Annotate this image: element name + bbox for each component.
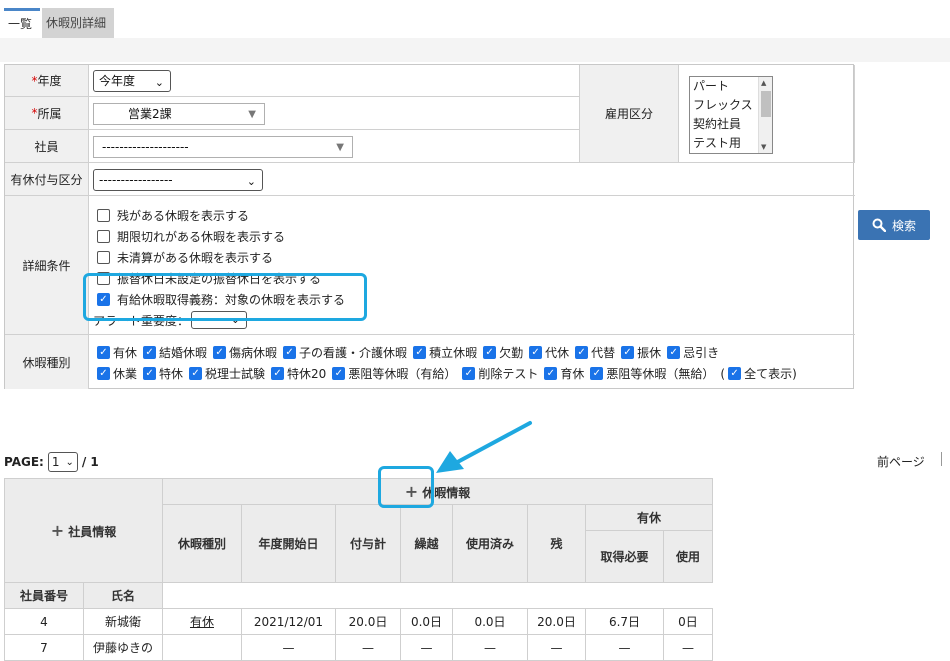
filter-panel: * 年度 今年度 ⌄ * 所属 営業2課 ▼ 社員 ------------------… — [4, 64, 855, 389]
kind-alternate[interactable]: ✓ 代替 — [575, 344, 615, 361]
checkbox-checked[interactable]: ✓ — [143, 346, 157, 359]
kind-delete-test[interactable]: ✓ 削除テスト — [462, 365, 538, 382]
header-filler — [162, 582, 713, 609]
dept-label: * 所属 — [5, 97, 89, 130]
plus-icon[interactable]: + — [51, 521, 64, 540]
detail-option-unsettled[interactable]: 未清算がある休暇を表示する — [97, 249, 273, 266]
col-paid-group: 有休 — [585, 504, 713, 531]
kind-transfer[interactable]: ✓ 振休 — [621, 344, 661, 361]
kind-special20[interactable]: ✓ 特休20 — [271, 365, 326, 382]
checkbox-checked[interactable]: ✓ — [462, 367, 476, 380]
arrow-annotation-icon — [436, 421, 532, 473]
pager: PAGE: 1 ⌄ / 1 — [4, 452, 99, 472]
employee-label: 社員 — [5, 130, 89, 163]
checkbox-checked[interactable]: ✓ — [544, 367, 558, 380]
kind-compensatory[interactable]: ✓ 代休 — [529, 344, 569, 361]
kind-paid[interactable]: ✓ 有休 — [97, 344, 137, 361]
employment-cell — [679, 65, 855, 163]
col-name: 氏名 — [83, 582, 163, 609]
col-kind: 休暇種別 — [162, 504, 242, 583]
grant-select[interactable]: ----------------- ⌄ — [93, 169, 263, 191]
checkbox-checked[interactable]: ✓ — [283, 346, 297, 359]
checkbox-checked[interactable]: ✓ — [483, 346, 497, 359]
chevron-down-icon: ⌄ — [154, 76, 164, 89]
leave-kind-link[interactable]: 有休 — [190, 615, 214, 629]
checkbox[interactable] — [97, 251, 110, 264]
highlight-box-leave-info — [378, 466, 434, 508]
col-use: 使用 — [663, 530, 713, 583]
col-used: 使用済み — [452, 504, 528, 583]
detail-option-expired[interactable]: 期限切れがある休暇を表示する — [97, 228, 285, 245]
dept-select[interactable]: 営業2課 ▼ — [93, 103, 265, 125]
chevron-down-icon: ⌄ — [65, 457, 74, 468]
year-label: * 年度 — [5, 65, 89, 97]
kind-show-all[interactable]: (✓ 全て表示) — [720, 365, 796, 382]
kinds-row-2: ✓ 休業 ✓ 特休 ✓ 税理士試験 ✓ 特休20 ✓ 悪阻等休暇（有給） ✓ 削除テスト ✓… — [97, 365, 803, 382]
chevron-down-icon: ⌄ — [246, 175, 256, 188]
leave-table: + 社員情報 + 休暇情報 休暇種別 年度開始日 付与計 繰越 使用済み 残 有休 … — [4, 478, 713, 661]
checkbox-checked[interactable]: ✓ — [189, 367, 203, 380]
checkbox-checked[interactable]: ✓ — [621, 346, 635, 359]
checkbox[interactable] — [97, 230, 110, 243]
kind-morning-sickness-unpaid[interactable]: ✓ 悪阻等休暇（無給） — [590, 365, 714, 382]
kind-special[interactable]: ✓ 特休 — [143, 365, 183, 382]
leave-info-header[interactable]: + 休暇情報 — [162, 478, 713, 505]
kind-link-cell: 有休 — [162, 608, 242, 635]
kinds-row-1: ✓ 有休 ✓ 結婚休暇 ✓ 傷病休暇 ✓ 子の看護・介護休暇 ✓ 積立休暇 ✓ 欠勤 ✓ 代休… — [97, 344, 725, 361]
col-carried: 繰越 — [400, 504, 453, 583]
col-start: 年度開始日 — [241, 504, 336, 583]
kind-morning-sickness-paid[interactable]: ✓ 悪阻等休暇（有給） — [332, 365, 456, 382]
col-emp-no: 社員番号 — [4, 582, 84, 609]
detail-option-remaining[interactable]: 残がある休暇を表示する — [97, 207, 249, 224]
highlight-box — [83, 273, 367, 321]
pager-divider — [941, 452, 942, 466]
tab-bar-background — [0, 38, 950, 62]
triangle-down-icon: ▼ — [336, 142, 344, 153]
checkbox-checked[interactable]: ✓ — [97, 346, 110, 359]
tab-bar: 一覧 休暇別詳細 — [4, 8, 114, 40]
tab-list[interactable]: 一覧 — [4, 8, 40, 38]
kinds-label: 休暇種別 — [5, 335, 89, 389]
kind-marriage[interactable]: ✓ 結婚休暇 — [143, 344, 207, 361]
prev-page-link[interactable]: 前ページ — [877, 453, 925, 470]
grant-label: 有休付与区分 — [5, 163, 89, 196]
table-row: 7 伊藤ゆきの — — — — — — — — [4, 634, 713, 661]
checkbox-checked[interactable]: ✓ — [97, 367, 110, 380]
col-remaining: 残 — [527, 504, 586, 583]
tab-leave-detail[interactable]: 休暇別詳細 — [42, 8, 114, 38]
table-row: 4 新城衛 有休 2021/12/01 20.0日 0.0日 0.0日 20.0… — [4, 608, 713, 635]
year-select[interactable]: 今年度 ⌄ — [93, 70, 171, 92]
checkbox-checked[interactable]: ✓ — [413, 346, 427, 359]
kind-leave[interactable]: ✓ 休業 — [97, 365, 137, 382]
employment-label: 雇用区分 — [579, 65, 679, 163]
employee-select[interactable]: -------------------- ▼ — [93, 136, 353, 158]
search-icon — [872, 218, 886, 232]
kind-absence[interactable]: ✓ 欠勤 — [483, 344, 523, 361]
checkbox-checked[interactable]: ✓ — [667, 346, 681, 359]
checkbox-checked[interactable]: ✓ — [590, 367, 604, 380]
triangle-down-icon: ▼ — [248, 109, 256, 120]
page-select[interactable]: 1 ⌄ — [47, 452, 78, 472]
checkbox-checked[interactable]: ✓ — [143, 367, 157, 380]
kind-bereavement[interactable]: ✓ 忌引き — [667, 344, 719, 361]
checkbox-checked[interactable]: ✓ — [529, 346, 543, 359]
employee-info-header[interactable]: + 社員情報 — [4, 478, 163, 583]
detail-label: 詳細条件 — [5, 196, 89, 335]
search-button[interactable]: 検索 — [858, 210, 930, 240]
kind-childcare-leave[interactable]: ✓ 育休 — [544, 365, 584, 382]
checkbox[interactable] — [97, 209, 110, 222]
checkbox-checked[interactable]: ✓ — [728, 367, 742, 380]
kind-accumulated[interactable]: ✓ 積立休暇 — [413, 344, 477, 361]
col-required: 取得必要 — [585, 530, 664, 583]
checkbox-checked[interactable]: ✓ — [213, 346, 227, 359]
checkbox-checked[interactable]: ✓ — [332, 367, 346, 380]
checkbox-checked[interactable]: ✓ — [575, 346, 589, 359]
col-granted: 付与計 — [335, 504, 401, 583]
kind-tax-exam[interactable]: ✓ 税理士試験 — [189, 365, 265, 382]
kind-childcare[interactable]: ✓ 子の看護・介護休暇 — [283, 344, 407, 361]
kind-sick[interactable]: ✓ 傷病休暇 — [213, 344, 277, 361]
checkbox-checked[interactable]: ✓ — [271, 367, 285, 380]
